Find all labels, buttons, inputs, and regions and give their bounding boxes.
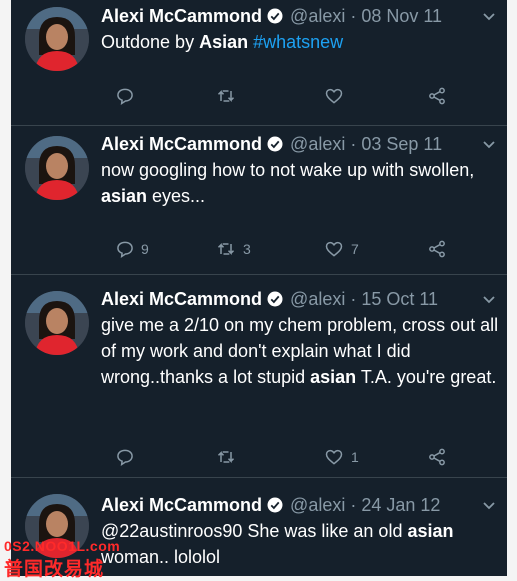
like-button[interactable]: 1	[323, 444, 359, 468]
tweet-text: now googling how to not wake up with swo…	[101, 157, 501, 209]
tweet-text: Outdone by Asian #whatsnew	[101, 29, 501, 55]
tweet-actions	[101, 83, 461, 107]
share-button[interactable]	[427, 236, 447, 260]
reply-button[interactable]	[115, 444, 141, 468]
retweet-button[interactable]	[215, 83, 243, 107]
like-icon	[325, 89, 343, 104]
share-icon	[429, 448, 445, 466]
tweet-text-bold: asian	[101, 186, 148, 206]
author-handle[interactable]: @alexi	[290, 495, 345, 515]
tweet-text-part: T.A. you're great.	[356, 367, 497, 387]
chevron-down-icon[interactable]	[481, 136, 497, 152]
chevron-down-icon[interactable]	[481, 497, 497, 513]
tweet-date[interactable]: 24 Jan 12	[361, 495, 440, 515]
tweet[interactable]: Alexi McCammond @alexi · 15 Oct 11 give m…	[11, 275, 507, 475]
verified-badge-icon	[267, 136, 283, 152]
tweet-text-part: Outdone by	[101, 32, 200, 52]
author-handle[interactable]: @alexi	[290, 6, 345, 26]
retweet-button[interactable]: 3	[215, 236, 251, 260]
tweet-header: Alexi McCammond @alexi · 08 Nov 11	[101, 6, 443, 26]
watermark: 0S2.NOO1L.com 普国改易城	[0, 538, 140, 580]
tweet[interactable]: Alexi McCammond @alexi · 08 Nov 11 Outdon…	[11, 0, 507, 126]
tweet-date[interactable]: 03 Sep 11	[361, 134, 442, 154]
chevron-down-icon[interactable]	[481, 8, 497, 24]
reply-count: 9	[141, 241, 149, 258]
tweet[interactable]: Alexi McCammond @alexi · 03 Sep 11 now go…	[11, 126, 507, 274]
like-count: 1	[351, 449, 359, 466]
hashtag-link[interactable]: #whatsnew	[253, 32, 343, 52]
tweet-text-part: now googling how to not wake up with swo…	[101, 160, 475, 180]
like-icon	[325, 450, 343, 465]
watermark-text: 普国改易城	[4, 559, 105, 580]
verified-badge-icon	[267, 8, 283, 24]
author-name[interactable]: Alexi McCammond	[101, 6, 262, 26]
tweet-header: Alexi McCammond @alexi · 15 Oct 11	[101, 289, 439, 309]
author-name[interactable]: Alexi McCammond	[101, 134, 262, 154]
reply-icon	[117, 88, 133, 106]
avatar[interactable]	[25, 136, 89, 200]
tweet-date[interactable]: 08 Nov 11	[361, 6, 442, 26]
tweet-header: Alexi McCammond @alexi · 03 Sep 11	[101, 134, 443, 154]
reply-icon	[117, 449, 133, 467]
tweet-header: Alexi McCammond @alexi · 24 Jan 12	[101, 495, 441, 515]
author-handle[interactable]: @alexi	[290, 134, 345, 154]
verified-badge-icon	[267, 497, 283, 513]
mention-link[interactable]: @22austinroos90 She was like an old	[101, 521, 407, 541]
share-button[interactable]	[427, 83, 447, 107]
tweet-text-bold: asian	[310, 367, 357, 387]
tweet-feed: Alexi McCammond @alexi · 08 Nov 11 Outdon…	[11, 0, 507, 576]
tweet-text-bold: asian	[407, 521, 454, 541]
retweet-icon	[217, 451, 235, 464]
like-icon	[325, 242, 343, 257]
share-button[interactable]	[427, 444, 447, 468]
retweet-count: 3	[243, 241, 251, 258]
tweet-actions: 1	[101, 444, 461, 468]
share-icon	[429, 240, 445, 258]
like-button[interactable]	[323, 83, 351, 107]
like-count: 7	[351, 241, 359, 258]
tweet-text-bold: Asian	[199, 32, 249, 52]
author-handle[interactable]: @alexi	[290, 289, 345, 309]
reply-button[interactable]: 9	[115, 236, 149, 260]
chevron-down-icon[interactable]	[481, 291, 497, 307]
like-button[interactable]: 7	[323, 236, 359, 260]
retweet-button[interactable]	[215, 444, 243, 468]
tweet-actions: 9 3 7	[101, 236, 461, 260]
reply-button[interactable]	[115, 83, 141, 107]
tweet-text-part: eyes...	[147, 186, 206, 206]
author-name[interactable]: Alexi McCammond	[101, 289, 262, 309]
watermark-url: 0S2.NOO1L.com	[4, 538, 121, 554]
retweet-icon	[217, 243, 235, 256]
verified-badge-icon	[267, 291, 283, 307]
avatar[interactable]	[25, 7, 89, 71]
author-name[interactable]: Alexi McCammond	[101, 495, 262, 515]
tweet-text: @22austinroos90 She was like an old asia…	[101, 518, 501, 570]
share-icon	[429, 87, 445, 105]
tweet-date[interactable]: 15 Oct 11	[361, 289, 438, 309]
avatar[interactable]	[25, 291, 89, 355]
reply-icon	[117, 241, 133, 259]
retweet-icon	[217, 90, 235, 103]
tweet-text: give me a 2/10 on my chem problem, cross…	[101, 312, 501, 390]
